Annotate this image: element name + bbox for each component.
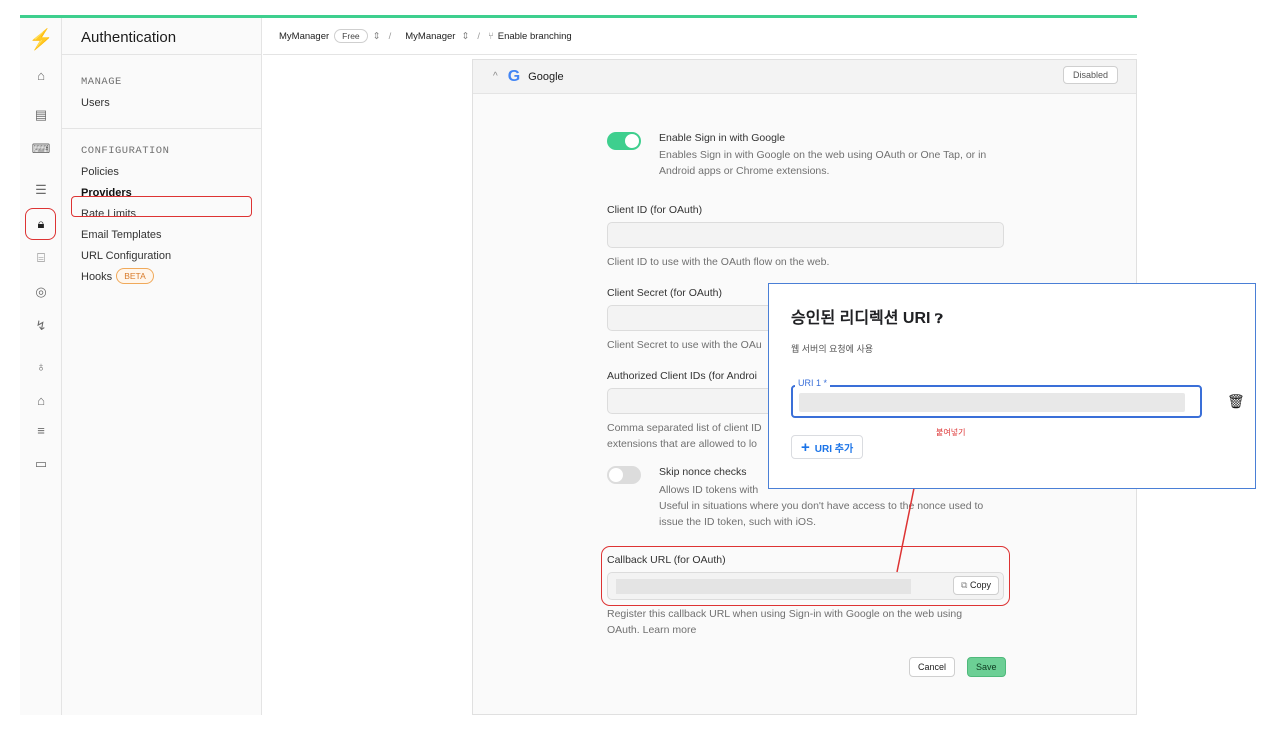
paste-annotation: 붙여넣기	[936, 428, 966, 437]
uri-1-value	[799, 393, 1185, 412]
redirect-uri-dialog: 승인된 리디렉션 URI ❓︎ 웹 서버의 요청에 사용 URI 1 * 🗑︎ …	[768, 283, 1256, 489]
uri-1-input[interactable]	[791, 385, 1202, 418]
plus-icon: +	[801, 438, 810, 456]
uri-1-label: URI 1 *	[795, 378, 831, 388]
delete-icon[interactable]: 🗑︎	[1227, 393, 1245, 410]
dialog-title: 승인된 리디렉션 URI ❓︎	[791, 304, 943, 328]
help-icon[interactable]: ❓︎	[935, 311, 943, 326]
dialog-subtitle: 웹 서버의 요청에 사용	[791, 344, 874, 354]
add-uri-button[interactable]: + URI 추가	[791, 435, 864, 459]
dialog-title-text: 승인된 리디렉션 URI	[791, 310, 931, 327]
add-uri-label: URI 추가	[814, 443, 854, 455]
